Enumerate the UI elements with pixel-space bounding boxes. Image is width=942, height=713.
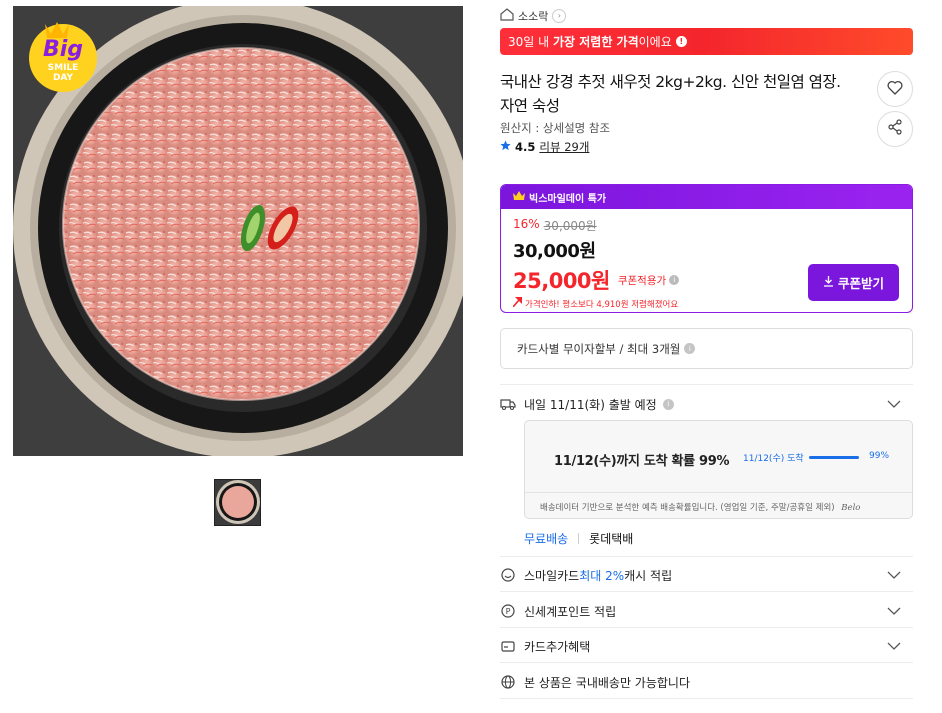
chevron-right-icon: › (552, 8, 567, 23)
point-icon: P (500, 603, 516, 619)
arrow-down-icon (512, 297, 522, 310)
benefit-row-card[interactable]: 카드추가혜택 (500, 631, 913, 661)
arrival-text: 11/12(수)까지 도착 확률 99% (554, 454, 730, 469)
main-product-image: Big SMILE DAY (13, 6, 463, 456)
home-icon (500, 7, 514, 24)
domestic-only-row: 본 상품은 국내배송만 가능합니다 (500, 667, 913, 697)
benefit-post: 캐시 적립 (624, 568, 673, 583)
coupon-download-button[interactable]: 쿠폰받기 (808, 264, 899, 301)
delivery-title: 내일 11/11(화) 출발 예정 (524, 397, 657, 412)
svg-text:P: P (506, 607, 511, 616)
arrival-probability-bar (809, 456, 859, 459)
divider (525, 492, 912, 493)
original-price: 30,000원 (543, 219, 597, 233)
installment-info[interactable]: 카드사별 무이자할부 / 최대 3개월 i (500, 328, 913, 369)
deal-header: 빅스마일데이 특가 (501, 185, 912, 209)
deal-header-label: 빅스마일데이 특가 (529, 193, 607, 205)
heart-icon (887, 80, 903, 99)
origin-text: 원산지 : 상세설명 참조 (500, 121, 611, 135)
info-icon[interactable]: ! (675, 36, 687, 47)
delivery-note: 배송데이터 기반으로 분석한 예측 배송확률입니다. (영업일 기준, 주말/공… (540, 501, 860, 513)
chevron-down-icon[interactable] (887, 639, 901, 653)
delivery-note-text: 배송데이터 기반으로 분석한 예측 배송확률입니다. (영업일 기준, 주말/공… (540, 503, 835, 513)
info-icon[interactable]: i (669, 275, 680, 285)
delivery-probability-box: 11/12(수)까지 도착 확률 99% 11/12(수) 도착 99% 배송데… (524, 420, 913, 519)
divider (500, 556, 913, 557)
share-icon (887, 119, 903, 139)
big-smile-day-badge: Big SMILE DAY (25, 14, 105, 94)
carrier-name: 롯데택배 (589, 532, 634, 546)
chevron-down-icon[interactable] (887, 397, 901, 411)
store-name: 소소락 (518, 9, 549, 23)
benefit-text: 카드추가혜택 (524, 639, 591, 654)
chevron-down-icon[interactable] (887, 604, 901, 618)
free-shipping-label: 무료배송 (524, 532, 569, 546)
divider (500, 662, 913, 663)
coupon-price: 25,000원 (513, 269, 610, 293)
arrival-mini-label: 11/12(수) 도착 (743, 454, 804, 464)
store-link[interactable]: 소소락 › (500, 7, 567, 24)
thumbnail-1[interactable] (214, 479, 261, 526)
banner-prefix: 30일 내 (508, 35, 550, 49)
divider (578, 533, 580, 544)
divider (500, 384, 913, 385)
product-title: 국내산 강경 추젓 새우젓 2kg+2kg. 신안 천일염 염장. 자연 숙성 (500, 73, 841, 115)
info-icon[interactable]: i (662, 398, 674, 410)
domestic-only-text: 본 상품은 국내배송만 가능합니다 (524, 675, 691, 690)
rating: 4.5 리뷰 29개 (500, 139, 589, 155)
badge-smile-text: SMILE (48, 63, 79, 73)
deal-box: 빅스마일데이 특가 16% 30,000원 30,000원 25,000원 쿠폰… (500, 184, 913, 313)
benefit-text: 신세계포인트 적립 (524, 604, 617, 619)
divider (500, 627, 913, 628)
sale-price: 30,000원 (513, 241, 596, 262)
divider (500, 591, 913, 592)
delivery-row[interactable]: 내일 11/11(화) 출발 예정 i (500, 389, 913, 419)
wishlist-button[interactable] (877, 71, 913, 107)
chevron-down-icon[interactable] (887, 568, 901, 582)
coupon-label: 쿠폰적용가 (617, 274, 667, 287)
smile-card-icon (500, 567, 516, 583)
installment-text: 카드사별 무이자할부 / 최대 3개월 (517, 341, 681, 356)
divider (500, 698, 913, 699)
coupon-button-label: 쿠폰받기 (837, 276, 884, 291)
badge-day-text: DAY (53, 73, 74, 83)
lowest-price-banner: 30일 내 가장 저렴한 가격 이에요 ! (500, 28, 913, 55)
banner-suffix: 이에요 (638, 35, 672, 49)
truck-icon (500, 396, 516, 412)
benefit-row-point[interactable]: P 신세계포인트 적립 (500, 596, 913, 626)
benefit-pre: 스마일카드 (524, 568, 580, 583)
credit-card-icon (500, 638, 516, 654)
star-icon (500, 140, 511, 154)
download-icon (823, 275, 834, 290)
review-count-link[interactable]: 리뷰 29개 (539, 139, 589, 155)
shipping-line: 무료배송 롯데택배 (524, 530, 633, 547)
info-icon[interactable]: i (684, 343, 696, 354)
globe-icon (500, 674, 516, 690)
rating-score: 4.5 (515, 140, 536, 154)
arrival-percent: 99% (869, 451, 890, 461)
share-button[interactable] (877, 111, 913, 147)
benefit-highlight: 최대 2% (579, 568, 625, 583)
delivery-note-tail: Belo (841, 503, 861, 513)
price-drop-text: 가격인하! 평소보다 4,910원 저렴해졌어요 (525, 299, 679, 310)
discount-percent: 16% (513, 217, 540, 231)
badge-big-text: Big (43, 37, 83, 62)
benefit-row-smilecard[interactable]: 스마일카드 최대 2% 캐시 적립 (500, 560, 913, 590)
banner-bold: 가장 저렴한 가격 (553, 35, 639, 49)
crown-icon (513, 190, 525, 204)
